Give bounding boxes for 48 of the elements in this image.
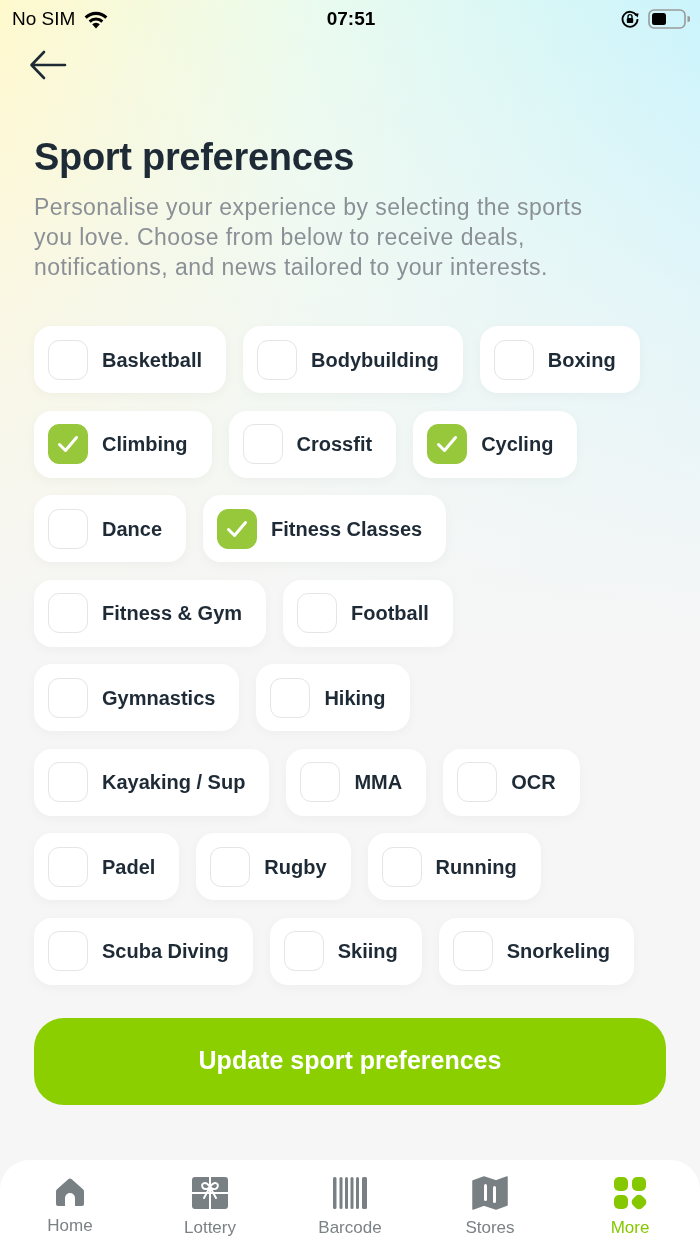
- rotation-lock-icon: [620, 9, 640, 29]
- gift-box-icon[interactable]: [191, 1176, 229, 1210]
- checkbox[interactable]: [217, 508, 258, 549]
- wifi-icon: [83, 9, 110, 29]
- tab-label: Home: [47, 1215, 93, 1237]
- sport-option[interactable]: Snorkeling: [438, 917, 635, 985]
- tab-label: Barcode: [318, 1217, 382, 1239]
- page-description: Personalise your experience by selecting the sports you love. Choose from below to receive deals, notifications, and news tailored to your interests.: [34, 193, 584, 282]
- tab-bar-item[interactable]: Lottery: [140, 1160, 280, 1244]
- sport-option[interactable]: Football: [283, 579, 453, 647]
- sport-option[interactable]: Padel: [34, 833, 180, 900]
- clock-time: 07:51: [326, 6, 376, 31]
- sport-option[interactable]: Rugby: [196, 833, 351, 900]
- battery-icon: [648, 9, 690, 29]
- sport-option[interactable]: OCR: [443, 748, 580, 816]
- page-title: Sport preferences: [34, 135, 356, 180]
- map-icon[interactable]: [472, 1176, 508, 1210]
- tab-bar-item[interactable]: Stores: [420, 1160, 560, 1244]
- sport-option[interactable]: Dance: [34, 495, 187, 562]
- barcode-icon[interactable]: [332, 1176, 368, 1210]
- sport-option[interactable]: Skiing: [269, 917, 422, 985]
- sport-option[interactable]: Climbing: [34, 410, 212, 478]
- carrier-text: No SIM: [12, 6, 76, 31]
- checkmark-icon: [57, 435, 79, 453]
- sport-option[interactable]: Cycling: [413, 410, 578, 478]
- tab-bar-item[interactable]: Home: [0, 1160, 140, 1244]
- sport-option[interactable]: Fitness & Gym: [34, 579, 267, 647]
- sport-option[interactable]: Scuba Diving: [34, 917, 253, 985]
- sport-option[interactable]: Boxing: [479, 326, 640, 393]
- tab-label: Lottery: [184, 1217, 236, 1239]
- sport-option[interactable]: Hiking: [256, 664, 410, 731]
- sport-option[interactable]: Kayaking / Sup: [34, 748, 270, 816]
- sport-option[interactable]: Gymnastics: [34, 664, 240, 731]
- home-icon[interactable]: [54, 1176, 86, 1208]
- checkmark-icon: [226, 519, 249, 538]
- tab-label: Stores: [465, 1217, 515, 1239]
- sport-option[interactable]: Crossfit: [228, 410, 397, 478]
- checkbox[interactable]: [48, 424, 88, 464]
- checkmark-icon: [436, 435, 459, 453]
- checkbox[interactable]: [427, 424, 468, 464]
- sport-option[interactable]: Fitness Classes: [203, 495, 447, 562]
- sport-option[interactable]: MMA: [286, 748, 427, 816]
- sport-option[interactable]: Basketball: [34, 326, 227, 393]
- tab-bar-item[interactable]: Barcode: [280, 1160, 420, 1244]
- grid-icon[interactable]: [613, 1176, 647, 1210]
- sport-option[interactable]: Running: [367, 833, 541, 900]
- sport-option[interactable]: Bodybuilding: [243, 326, 463, 393]
- tab-label: More: [610, 1217, 650, 1239]
